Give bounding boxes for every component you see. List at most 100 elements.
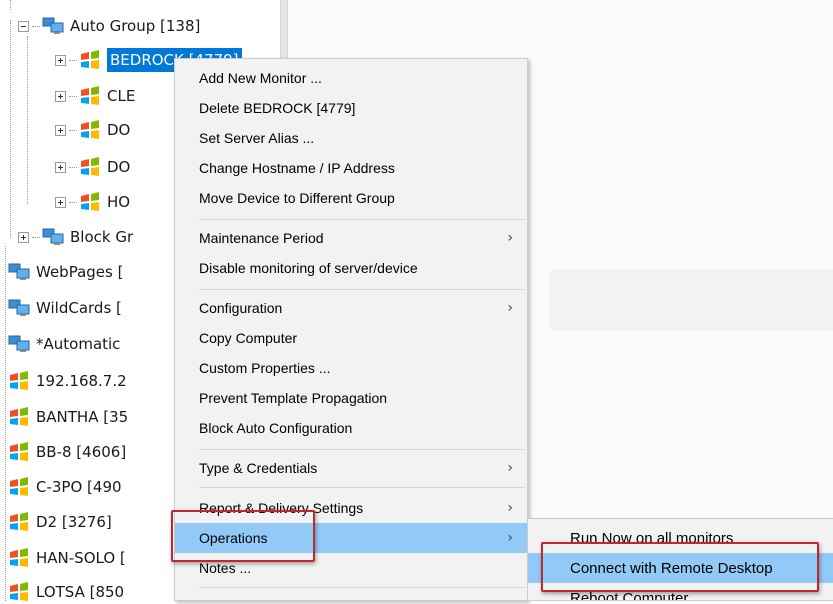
menu-item-label: Prevent Template Propagation (199, 390, 388, 406)
windows-logo-icon (81, 50, 99, 69)
menu-item-delete-device[interactable]: Delete BEDROCK [4779] (175, 93, 527, 123)
network-group-icon (8, 263, 30, 280)
menu-item-label: Copy Computer (199, 330, 298, 346)
menu-item-change-hostname[interactable]: Change Hostname / IP Address (175, 153, 527, 183)
menu-item-type-credentials[interactable]: Type & Credentials › (175, 453, 527, 483)
windows-logo-icon (81, 120, 99, 139)
windows-logo-icon (81, 192, 99, 211)
menu-item-copy-computer[interactable]: Copy Computer (175, 323, 527, 353)
menu-item-label: Delete BEDROCK [4779] (199, 100, 356, 116)
menu-item-label: Configuration (199, 300, 283, 316)
tree-node-device[interactable]: CLE (55, 84, 135, 108)
menu-separator (199, 289, 525, 290)
tree-node-label: WildCards [ (36, 299, 122, 317)
expand-icon[interactable] (55, 54, 66, 66)
submenu-arrow-icon: › (507, 230, 513, 246)
windows-logo-icon (10, 407, 28, 426)
menu-item-label: Change Hostname / IP Address (199, 160, 395, 176)
windows-logo-icon (81, 157, 99, 176)
tree-node-label: D2 [3276] (36, 513, 112, 531)
tree-node-label: CLE (107, 87, 136, 105)
expand-icon[interactable] (55, 196, 66, 208)
tree-node-label: DO (107, 121, 131, 139)
tree-node-label: DO (107, 158, 131, 176)
expand-icon[interactable] (55, 161, 66, 173)
submenu-arrow-icon: › (507, 300, 513, 316)
tree-connector (10, 20, 11, 238)
menu-item-label: Custom Properties ... (199, 360, 331, 376)
menu-item-move-device[interactable]: Move Device to Different Group (175, 183, 527, 213)
tree-node-label: C-3PO [490 (36, 478, 122, 496)
tree-node-device[interactable]: DO (55, 118, 130, 142)
menu-separator (199, 587, 525, 588)
menu-item-label: Set Server Alias ... (199, 130, 315, 146)
tree-node-device[interactable]: BB-8 [4606] (8, 440, 126, 464)
menu-item-label: Move Device to Different Group (199, 190, 395, 206)
annotation-box-operations (171, 510, 315, 562)
collapse-icon[interactable] (18, 20, 29, 32)
annotation-box-remote-desktop (541, 542, 819, 592)
tree-node-label: 192.168.7.2 (36, 372, 127, 390)
windows-logo-icon (10, 548, 28, 567)
tree-node-device[interactable]: HAN-SOLO [ (8, 546, 126, 570)
tree-node-label: LOTSA [850 (36, 583, 125, 601)
windows-logo-icon (81, 86, 99, 105)
tree-node-label: *Automatic (36, 335, 121, 353)
tree-node-label: Block Gr (70, 228, 134, 246)
tree-node-label: HAN-SOLO [ (36, 549, 126, 567)
menu-item-label: Disable monitoring of server/device (199, 260, 418, 276)
menu-item-label: Notes ... (199, 560, 252, 576)
menu-item-disable-monitoring[interactable]: Disable monitoring of server/device (175, 253, 527, 283)
tree-connector (5, 246, 6, 601)
menu-item-custom-properties[interactable]: Custom Properties ... (175, 353, 527, 383)
network-group-icon (8, 299, 30, 316)
tree-node-device[interactable]: D2 [3276] (8, 510, 112, 534)
expand-icon[interactable] (55, 90, 66, 102)
network-group-icon (42, 228, 64, 245)
windows-logo-icon (10, 582, 28, 601)
menu-item-prevent-template-propagation[interactable]: Prevent Template Propagation (175, 383, 527, 413)
tree-node-device[interactable]: DO (55, 155, 130, 179)
submenu-arrow-icon: › (507, 530, 513, 546)
tree-connector (10, 0, 11, 10)
menu-item-set-server-alias[interactable]: Set Server Alias ... (175, 123, 527, 153)
menu-separator (199, 219, 525, 220)
tree-node-block-group[interactable]: Block Gr (18, 225, 133, 249)
tree-node-label: HO (107, 193, 131, 211)
menu-item-label: Add New Monitor ... (199, 70, 322, 86)
tree-node-label: BB-8 [4606] (36, 443, 127, 461)
menu-item-add-new-monitor[interactable]: Add New Monitor ... (175, 63, 527, 93)
tree-node-wildcards[interactable]: WildCards [ (8, 296, 122, 320)
tree-node-label: BANTHA [35 (36, 408, 129, 426)
submenu-arrow-icon: › (507, 500, 513, 516)
expand-icon[interactable] (18, 231, 29, 243)
menu-item-block-auto-configuration[interactable]: Block Auto Configuration (175, 413, 527, 443)
tree-node-auto-group[interactable]: Auto Group [138] (18, 14, 200, 38)
windows-logo-icon (10, 512, 28, 531)
windows-logo-icon (10, 371, 28, 390)
menu-separator (199, 449, 525, 450)
tree-node-webpages[interactable]: WebPages [ (8, 260, 123, 284)
menu-item-configuration[interactable]: Configuration › (175, 293, 527, 323)
tree-node-automatic[interactable]: *Automatic (8, 332, 120, 356)
menu-item-label: Type & Credentials (199, 460, 318, 476)
tree-node-label: WebPages [ (36, 263, 124, 281)
menu-item-maintenance-period[interactable]: Maintenance Period › (175, 223, 527, 253)
tree-node-device[interactable]: HO (55, 190, 130, 214)
windows-logo-icon (10, 477, 28, 496)
menu-item-label: Block Auto Configuration (199, 420, 353, 436)
tree-node-device[interactable]: 192.168.7.2 (8, 369, 127, 393)
menu-separator (199, 487, 525, 488)
submenu-arrow-icon: › (507, 460, 513, 476)
tree-node-device[interactable]: C-3PO [490 (8, 475, 122, 499)
tree-node-device[interactable]: BANTHA [35 (8, 405, 128, 429)
network-group-icon (8, 335, 30, 352)
background-panel (550, 270, 833, 330)
menu-item-label: Maintenance Period (199, 230, 324, 246)
network-group-icon (42, 17, 64, 34)
tree-node-label: Auto Group [138] (70, 17, 201, 35)
tree-connector (27, 36, 28, 204)
expand-icon[interactable] (55, 124, 66, 136)
tree-node-device[interactable]: LOTSA [850 (8, 580, 124, 604)
windows-logo-icon (10, 442, 28, 461)
